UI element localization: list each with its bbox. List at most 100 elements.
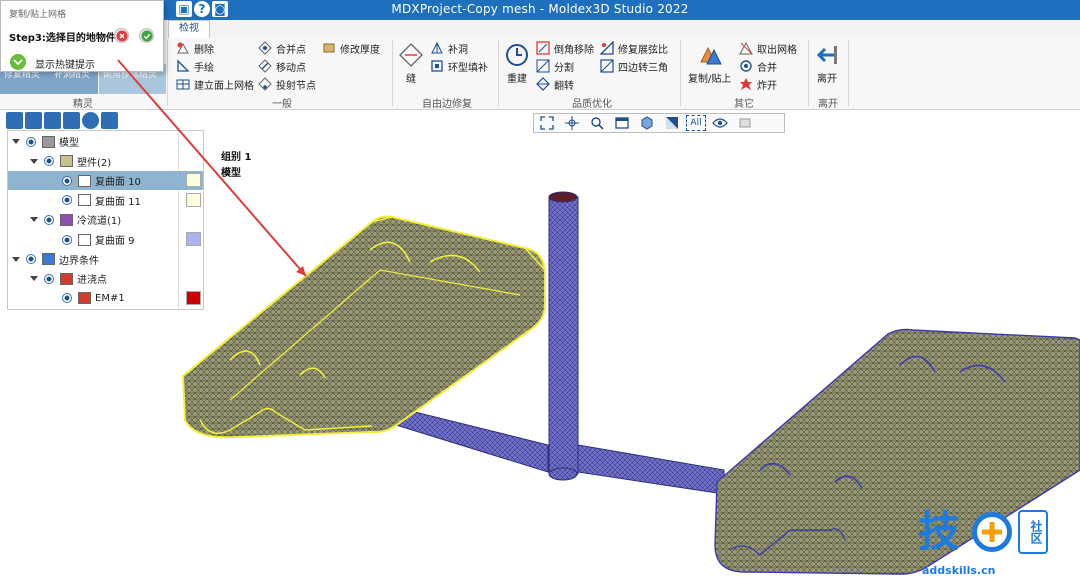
show-hotkey-hint-label: 显示热键提示 <box>35 60 95 71</box>
merge-button[interactable]: 合并 <box>739 58 777 74</box>
expand-arrow-icon[interactable] <box>30 276 38 282</box>
quad-to-tri-button[interactable]: 四边转三角 <box>600 58 668 74</box>
pan-icon[interactable] <box>561 115 583 131</box>
save-icon[interactable]: ▣ <box>176 1 192 17</box>
project-node-icon <box>258 77 272 91</box>
watermark-site: addskills.cn <box>922 564 996 577</box>
expand-arrow-icon[interactable] <box>30 158 38 164</box>
fix-aspect-ratio-button[interactable]: 修复展弦比 <box>600 40 668 56</box>
flip-button[interactable]: 翻转 <box>536 76 574 92</box>
color-swatch[interactable] <box>186 192 201 207</box>
view-toolbar: All <box>533 113 785 133</box>
render-mode-icon[interactable] <box>661 115 683 131</box>
merge-nodes-icon <box>258 41 272 55</box>
frame-icon[interactable] <box>611 115 633 131</box>
tree-icon[interactable] <box>25 112 42 129</box>
edit-thickness-button[interactable]: 修改厚度 <box>322 40 380 56</box>
tree-row[interactable]: 复曲面 10 <box>8 171 203 191</box>
fix-aspect-ratio-icon <box>600 41 614 55</box>
extract-mesh-label: 取出网格 <box>757 44 797 56</box>
group-label-general: 一般 <box>272 99 292 110</box>
flip-icon <box>536 77 550 91</box>
group-label-other: 其它 <box>734 99 754 110</box>
expand-arrow-icon[interactable] <box>30 217 38 223</box>
surface-mesh-button[interactable]: 建立面上网格 <box>176 76 254 92</box>
tree-item-label: 模型 <box>59 138 79 149</box>
gate-icon <box>60 272 73 285</box>
tab-view[interactable]: 检视 <box>168 20 210 38</box>
model-tree: 模型塑件(2) 复曲面 10 复曲面 11 冷流道(1) 复曲面 9 边界条件进浇点 EM#… <box>7 130 204 310</box>
cube-view-icon[interactable] <box>636 115 658 131</box>
visibility-toggle[interactable] <box>62 234 72 245</box>
layer-icon[interactable] <box>44 112 61 129</box>
tree-row[interactable]: 模型 <box>8 132 203 151</box>
help-icon[interactable]: ? <box>194 1 210 17</box>
visibility-toggle[interactable] <box>62 195 72 206</box>
tree-row[interactable]: EM#1 <box>8 289 203 308</box>
project-node-button[interactable]: 投射节点 <box>258 76 316 92</box>
group-label-leave: 离开 <box>818 99 838 110</box>
surface-mesh-label: 建立面上网格 <box>194 80 254 92</box>
fillet-remove-button[interactable]: 倒角移除 <box>536 40 594 56</box>
zoom-fit-icon[interactable] <box>536 115 558 131</box>
tree-row[interactable]: 进浇点 <box>8 269 203 288</box>
fill-hole-button[interactable]: 补洞 <box>430 40 468 56</box>
expand-arrow-icon[interactable] <box>12 256 20 262</box>
visibility-toggle[interactable] <box>62 293 72 304</box>
info-icon[interactable] <box>82 112 99 129</box>
move-node-button[interactable]: 移动点 <box>258 58 306 74</box>
expand-arrow-icon[interactable] <box>12 139 20 144</box>
visibility-toggle[interactable] <box>26 254 36 265</box>
copy-paste-label: 复制/贴上 <box>688 74 732 85</box>
visibility-toggle[interactable] <box>62 175 72 186</box>
copy-paste-wizard-popup: 复制/贴上网格 Step3:选择目的地物件 显示热键提示 <box>0 0 164 72</box>
visibility-toggle[interactable] <box>26 136 36 147</box>
tree-item-label: 边界条件 <box>59 255 99 267</box>
edit-thickness-icon <box>323 43 335 53</box>
cancel-button[interactable] <box>114 28 129 43</box>
collapse-icon[interactable] <box>101 112 118 129</box>
explode-button[interactable]: 炸开 <box>739 76 777 92</box>
confirm-button[interactable] <box>139 28 154 43</box>
visibility-toggle[interactable] <box>44 214 54 225</box>
tree-row[interactable]: 复曲面 9 <box>8 230 203 249</box>
tree-item-label: 复曲面 9 <box>95 236 135 247</box>
fillet-remove-icon <box>536 41 550 55</box>
color-swatch[interactable] <box>186 173 201 188</box>
mountain-icon[interactable] <box>63 112 80 129</box>
panel-toolbar <box>6 112 120 130</box>
zoom-icon[interactable] <box>586 115 608 131</box>
left-part-mesh[interactable] <box>181 215 546 439</box>
flip-label: 翻转 <box>554 80 574 92</box>
stitch-button[interactable]: 缝 <box>398 42 424 85</box>
runner-mesh[interactable] <box>378 191 725 495</box>
copy-paste-button[interactable]: 复制/贴上 <box>688 42 731 85</box>
separator <box>392 40 393 106</box>
visibility-icon[interactable] <box>709 115 731 131</box>
split-button[interactable]: 分割 <box>536 58 574 74</box>
tree-row[interactable]: 复曲面 11 <box>8 191 203 210</box>
camera-icon[interactable]: ◙ <box>212 1 228 17</box>
tree-row[interactable]: 冷流道(1) <box>8 210 203 229</box>
box-icon[interactable] <box>734 115 756 131</box>
tree-row[interactable]: 边界条件 <box>8 250 203 269</box>
all-display-icon[interactable]: All <box>686 115 706 131</box>
merge-nodes-button[interactable]: 合并点 <box>258 40 306 56</box>
color-swatch[interactable] <box>186 290 201 305</box>
remesh-button[interactable]: 重建 <box>504 42 530 85</box>
hint-toggle-button[interactable] <box>10 54 26 70</box>
hand-draw-button[interactable]: 手绘 <box>176 58 214 74</box>
leave-button[interactable]: 离开 <box>814 42 840 85</box>
ring-fill-button[interactable]: 环型填补 <box>430 58 488 74</box>
delete-icon <box>177 42 189 54</box>
tree-row[interactable]: 塑件(2) <box>8 152 203 171</box>
color-swatch[interactable] <box>186 232 201 246</box>
delete-button[interactable]: 删除 <box>176 40 214 56</box>
extract-mesh-button[interactable]: 取出网格 <box>739 40 797 56</box>
visibility-toggle[interactable] <box>44 156 54 167</box>
visibility-toggle[interactable] <box>44 273 54 284</box>
merge-icon <box>740 60 752 72</box>
list-icon[interactable] <box>6 112 23 129</box>
all-label: All <box>690 118 702 128</box>
chevron-down-icon <box>13 59 23 66</box>
